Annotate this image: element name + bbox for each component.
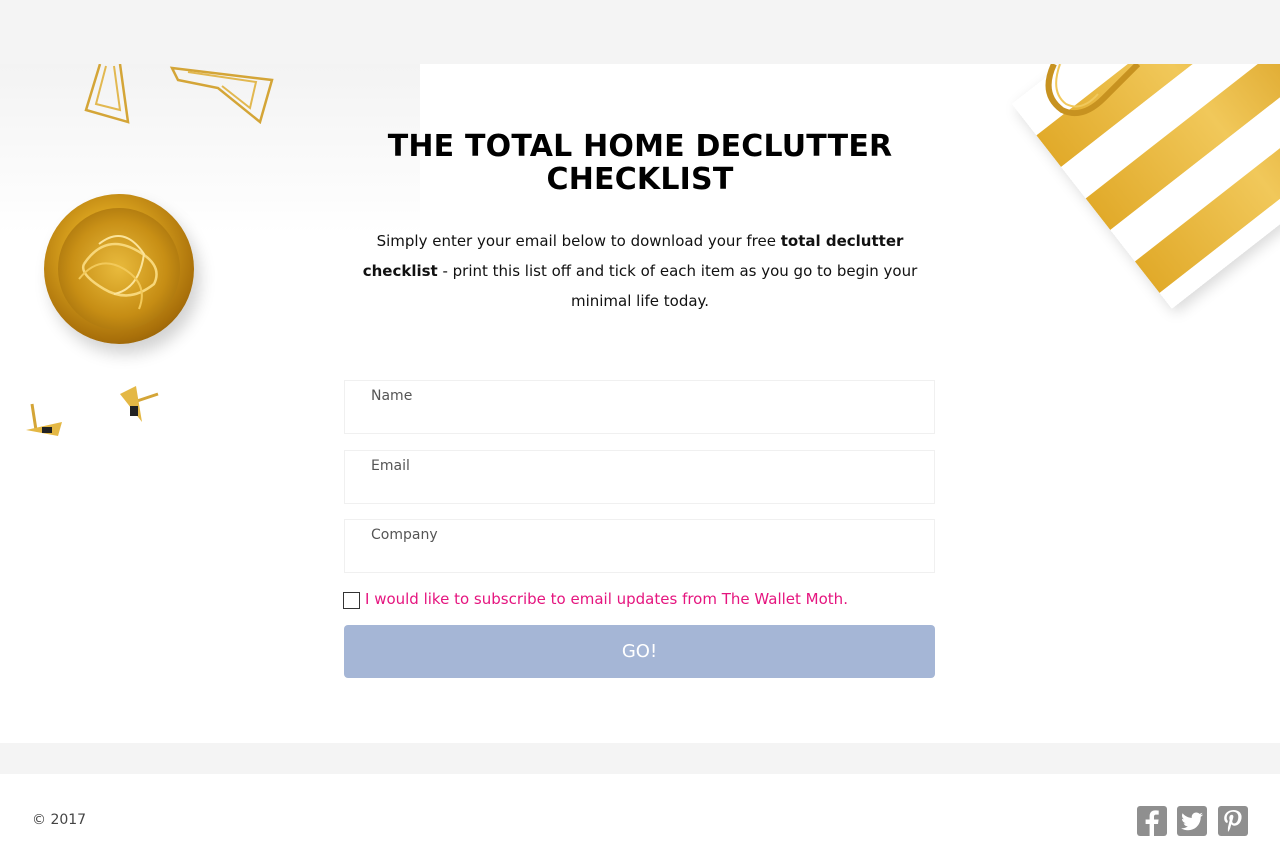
go-button[interactable]: GO!	[344, 625, 935, 678]
intro-text: Simply enter your email below to downloa…	[344, 226, 936, 316]
email-field[interactable]: Email	[344, 450, 935, 504]
subscribe-label[interactable]: I would like to subscribe to email updat…	[365, 590, 848, 608]
subscribe-row[interactable]: I would like to subscribe to email updat…	[343, 589, 943, 611]
page-title: THE TOTAL HOME DECLUTTER CHECKLIST	[387, 129, 893, 197]
email-label: Email	[371, 458, 410, 474]
name-label: Name	[371, 388, 413, 404]
footer-divider-band	[0, 743, 1280, 774]
pushpin-icon	[120, 386, 159, 422]
twitter-icon[interactable]	[1177, 806, 1207, 836]
gold-bowl-with-paperclips	[44, 194, 194, 344]
name-field[interactable]: Name	[344, 380, 935, 434]
footer: © 2017	[0, 774, 1280, 868]
copyright-text: © 2017	[32, 812, 87, 828]
company-input[interactable]	[370, 546, 910, 570]
binder-clip-icon	[1045, 64, 1141, 116]
company-field[interactable]: Company	[344, 519, 935, 573]
pushpin-icon	[26, 403, 62, 436]
pinterest-icon[interactable]	[1218, 806, 1248, 836]
facebook-icon[interactable]	[1137, 806, 1167, 836]
paperclip-icon	[169, 66, 274, 124]
email-input[interactable]	[370, 477, 910, 501]
intro-text-end: - print this list off and tick of each i…	[437, 262, 918, 310]
hero-section: THE TOTAL HOME DECLUTTER CHECKLIST Simpl…	[0, 64, 1280, 743]
company-label: Company	[371, 527, 438, 543]
intro-text-start: Simply enter your email below to downloa…	[376, 232, 781, 250]
name-input[interactable]	[370, 407, 910, 431]
subscribe-checkbox[interactable]	[343, 592, 360, 609]
top-band	[0, 0, 1280, 64]
paperclip-icon	[84, 64, 130, 124]
